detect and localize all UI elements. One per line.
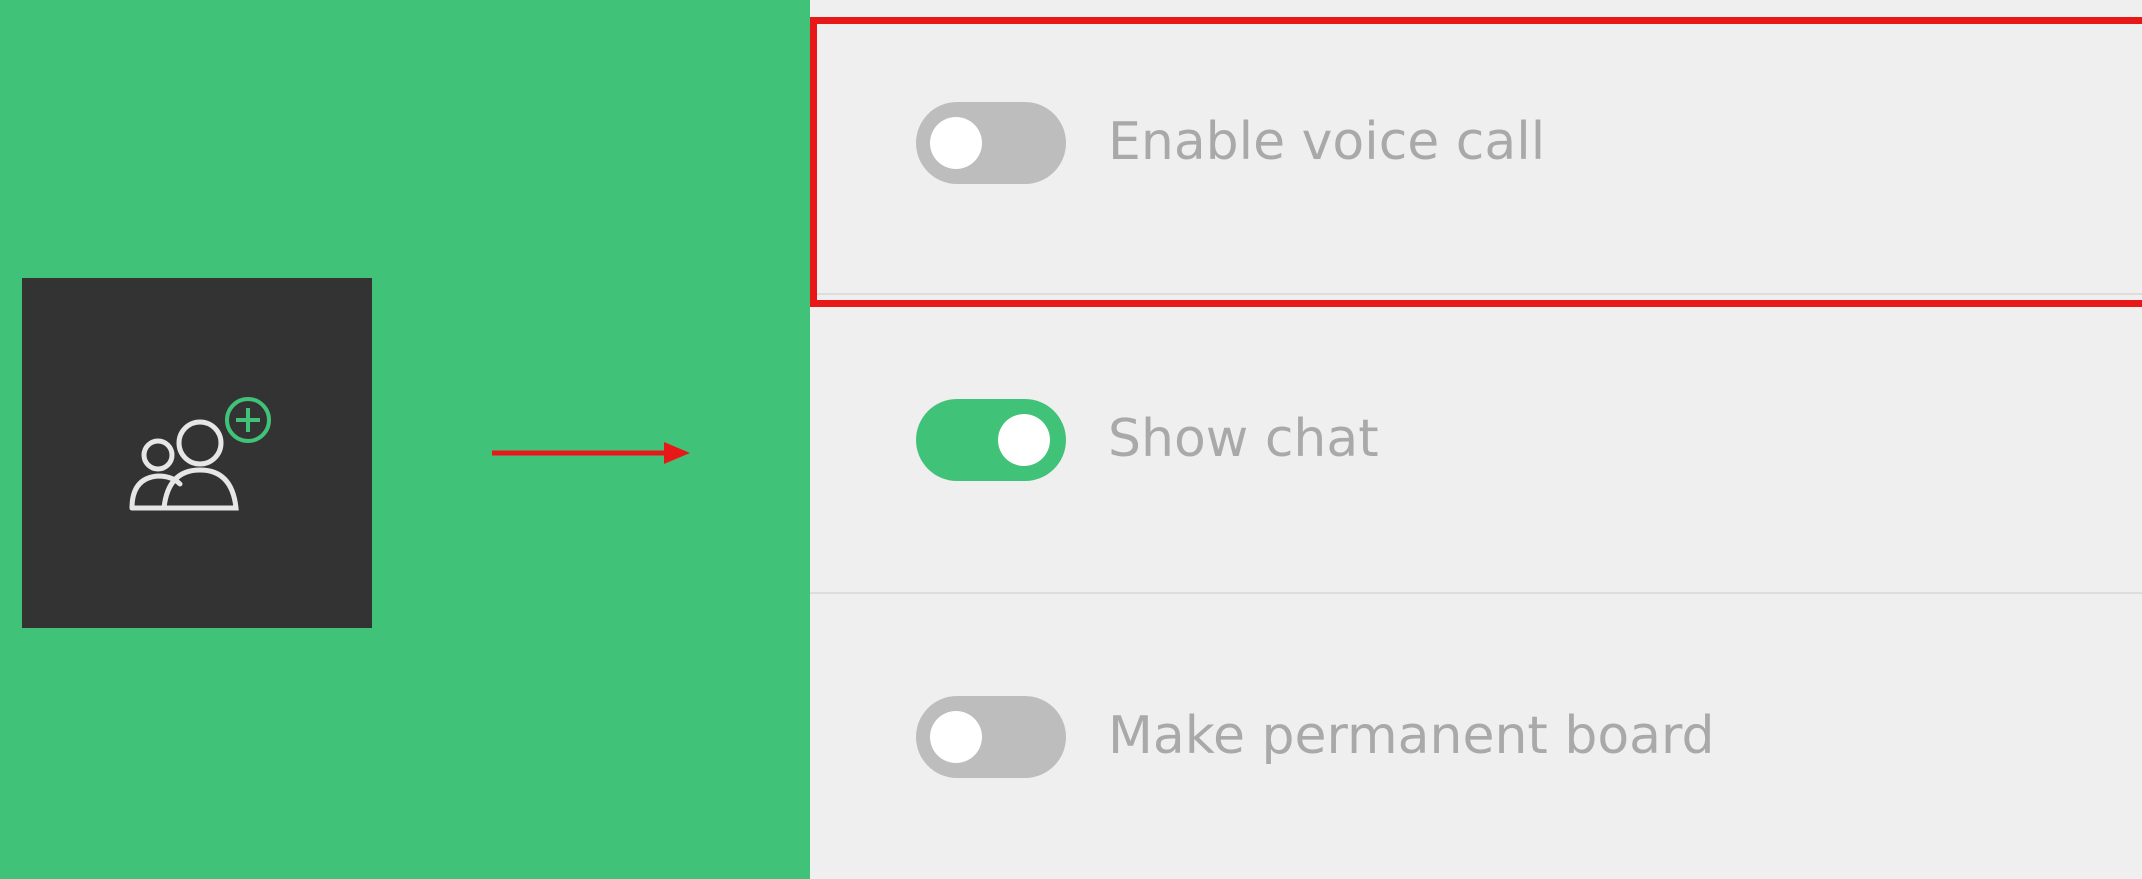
voice-call-toggle[interactable] <box>916 102 1066 184</box>
voice-call-label: Enable voice call <box>1108 112 1546 172</box>
show-chat-label: Show chat <box>1108 409 1379 469</box>
invite-people-icon <box>129 397 271 511</box>
green-background-panel <box>0 0 810 879</box>
invite-people-button[interactable] <box>22 278 372 628</box>
setting-row-show-chat: Show chat <box>810 296 2142 592</box>
red-arrow-icon <box>492 442 690 464</box>
toggle-knob <box>930 711 982 763</box>
settings-panel: Enable voice call Show chat Make permane… <box>810 0 2142 879</box>
row-divider <box>810 293 2142 295</box>
permanent-board-label: Make permanent board <box>1108 706 1715 766</box>
toggle-knob <box>998 414 1050 466</box>
show-chat-toggle[interactable] <box>916 399 1066 481</box>
setting-row-voice-call: Enable voice call <box>810 0 2142 296</box>
setting-row-permanent-board: Make permanent board <box>810 592 2142 879</box>
toggle-knob <box>930 117 982 169</box>
permanent-board-toggle[interactable] <box>916 696 1066 778</box>
